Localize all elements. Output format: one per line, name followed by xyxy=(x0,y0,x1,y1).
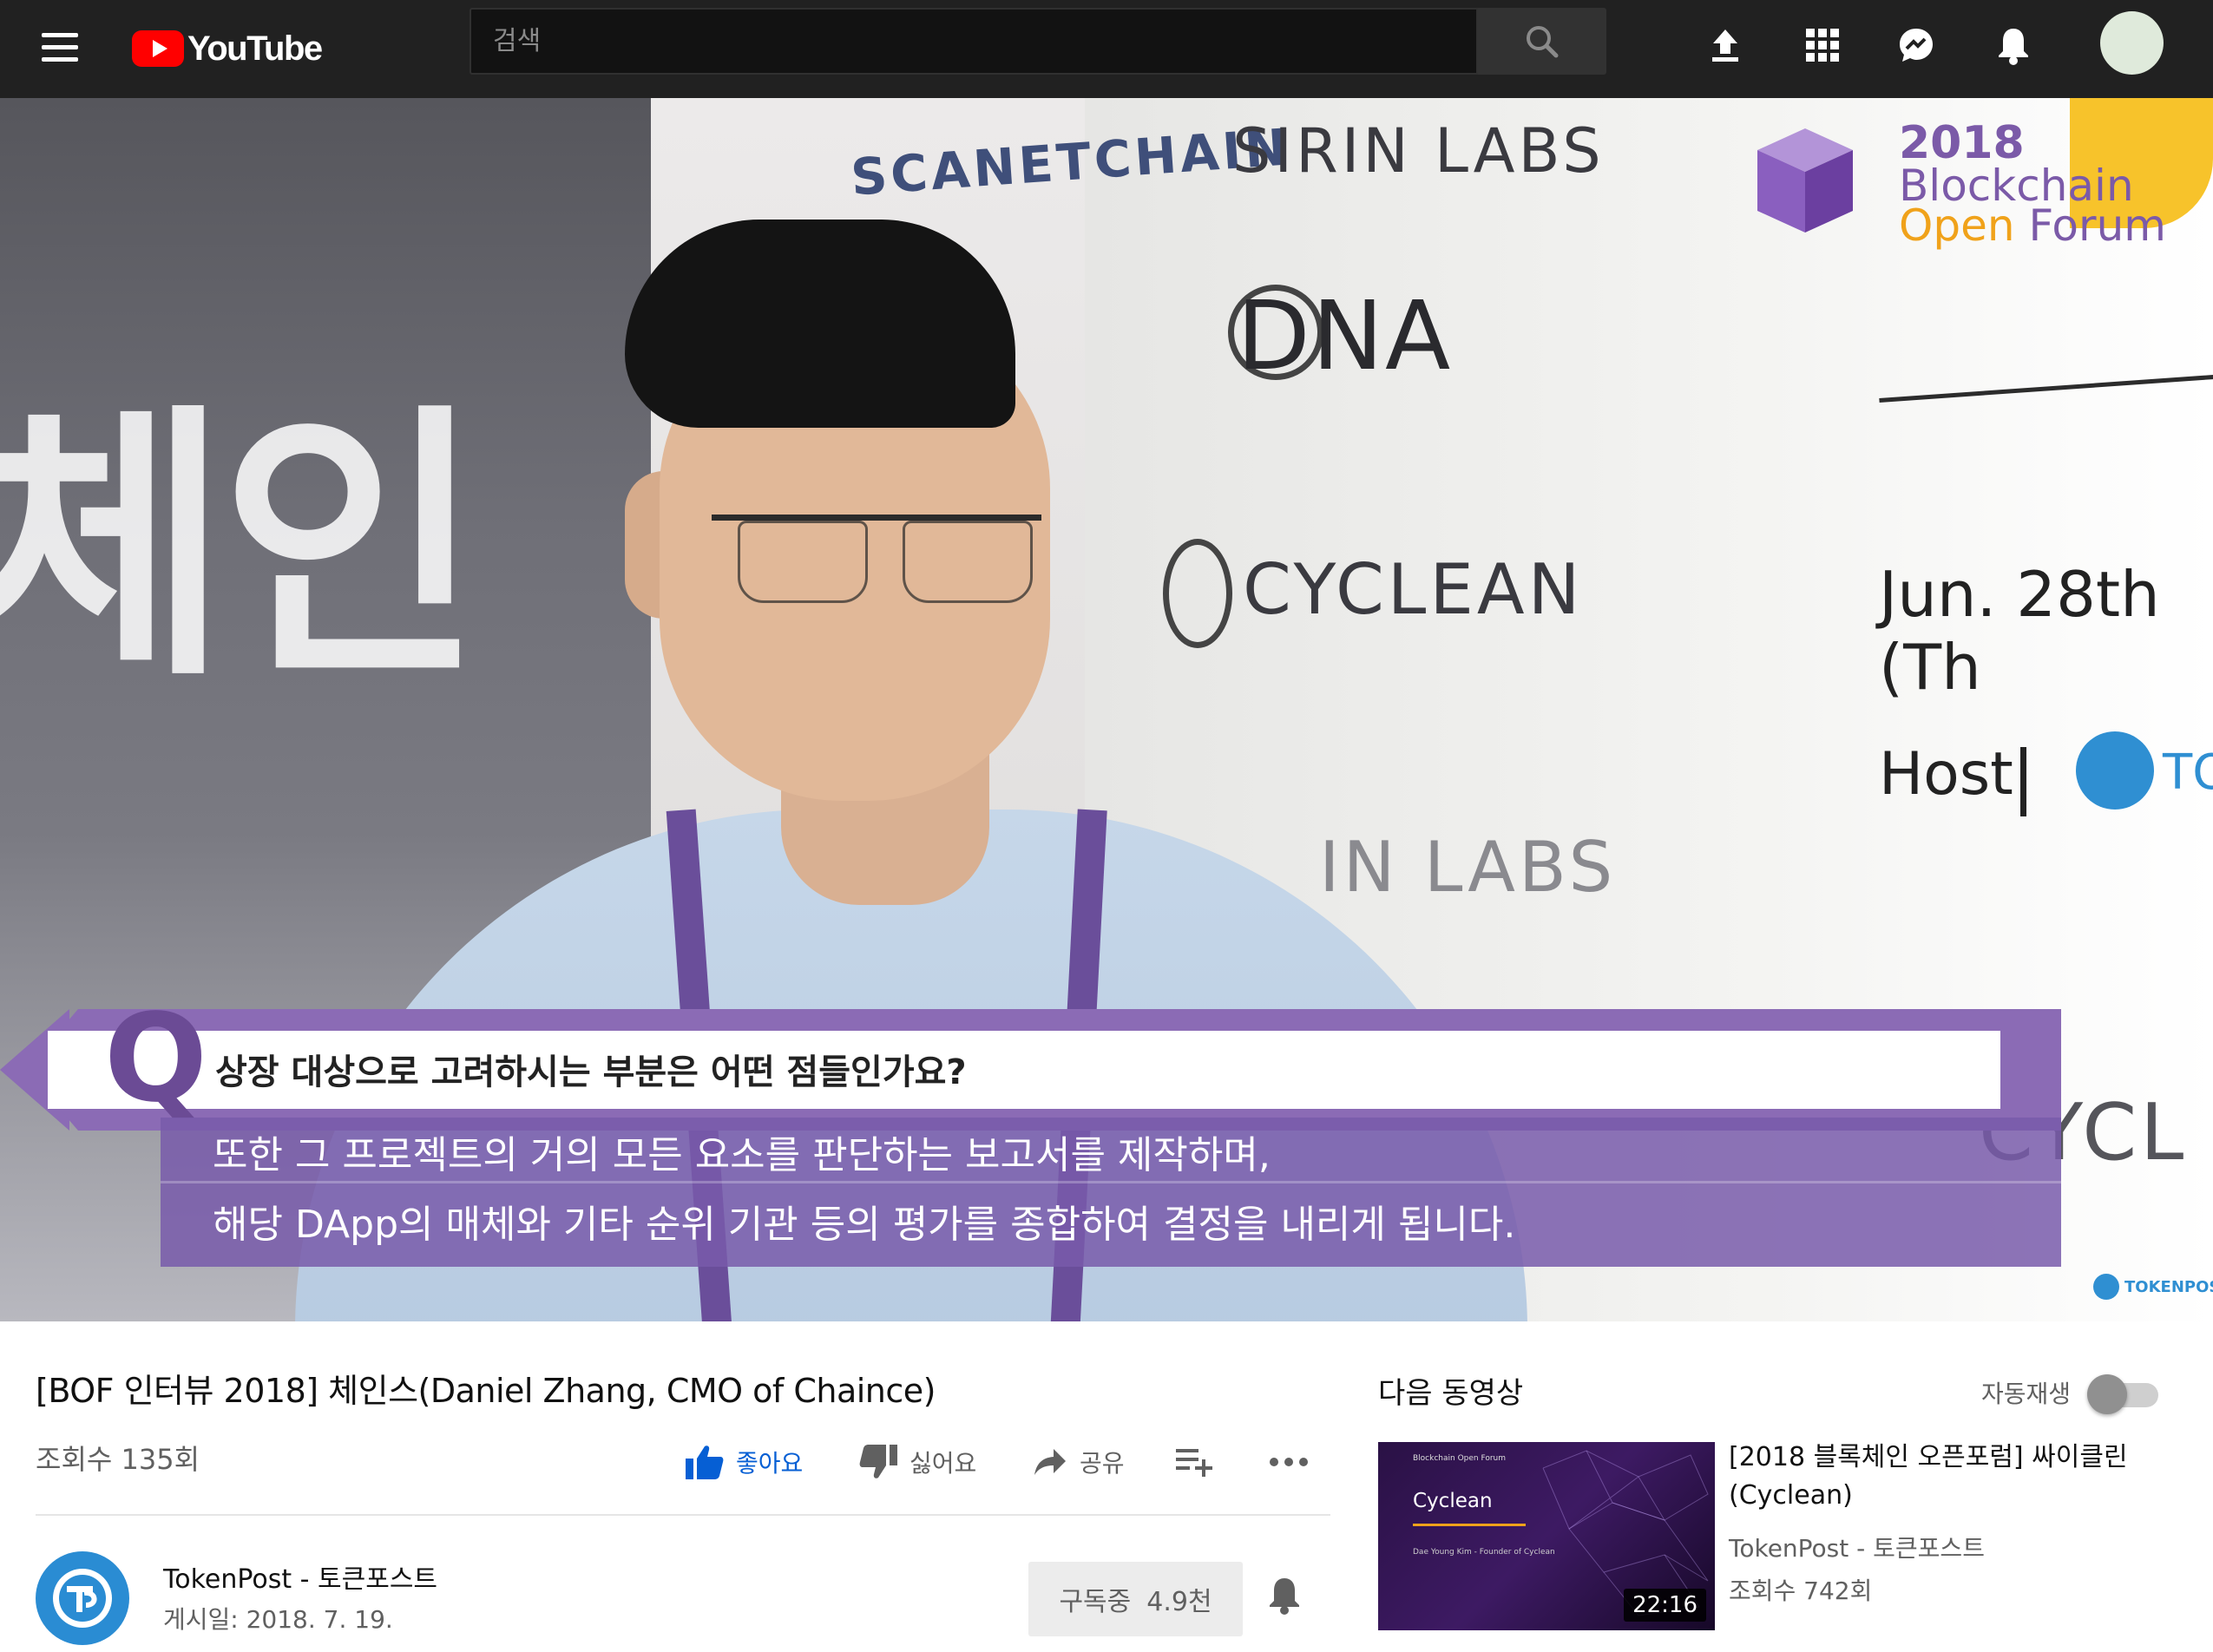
next-video-title[interactable]: [2018 블록체인 오픈포럼] 싸이클린(Cyclean) xyxy=(1729,1439,2180,1515)
video-player[interactable]: 체인 SCANETCHAIN SIRIN LABS DNA CYCLEAN IN… xyxy=(0,98,2213,1321)
notifications-button[interactable] xyxy=(1987,19,2039,71)
channel-name[interactable]: TokenPost - 토큰포스트 xyxy=(163,1557,437,1596)
sponsor-sirin: SIRIN LABS xyxy=(1232,115,1605,187)
upload-icon xyxy=(1712,30,1738,62)
publish-date: 게시일: 2018. 7. 19. xyxy=(163,1605,393,1634)
search-box xyxy=(470,8,1478,75)
sponsor-dna: DNA xyxy=(1237,280,1453,391)
next-video-channel: TokenPost - 토큰포스트 xyxy=(1729,1534,1985,1563)
share-button[interactable]: 공유 xyxy=(1033,1436,1125,1488)
tokenpost-logo-icon xyxy=(2076,731,2154,810)
thumb-subtitle: Dae Young Kim - Founder of Cyclean xyxy=(1413,1548,1555,1557)
save-to-playlist-button[interactable] xyxy=(1176,1436,1225,1488)
bell-icon xyxy=(1270,1578,1299,1615)
thumb-badge: Blockchain Open Forum xyxy=(1413,1454,1507,1463)
logo-text: YouTube xyxy=(187,29,323,68)
like-label: 좋아요 xyxy=(736,1449,804,1478)
backdrop-korean-text: 체인 xyxy=(0,381,483,714)
video-title: [BOF 인터뷰 2018] 체인스(Daniel Zhang, CMO of … xyxy=(36,1372,936,1410)
more-actions-button[interactable] xyxy=(1269,1436,1321,1488)
subscriber-count: 4.9천 xyxy=(1146,1587,1212,1617)
person-glasses xyxy=(712,515,1041,610)
upload-button[interactable] xyxy=(1699,19,1751,71)
like-button[interactable]: 좋아요 xyxy=(686,1436,803,1488)
youtube-play-icon xyxy=(132,30,184,67)
account-avatar[interactable] xyxy=(2100,11,2164,75)
playlist-add-icon xyxy=(1176,1449,1212,1477)
question-mark-letter: Q xyxy=(104,988,208,1130)
more-icon xyxy=(1270,1458,1308,1466)
apps-button[interactable] xyxy=(1796,19,1849,71)
tokenpost-watermark: TOKENPOST xyxy=(2093,1274,2213,1300)
host-logo-text: TO xyxy=(2163,744,2213,801)
divider xyxy=(36,1514,1330,1516)
search-icon xyxy=(1527,26,1559,58)
view-count: 조회수 135회 xyxy=(36,1443,200,1476)
messages-icon xyxy=(1900,29,1933,62)
up-next-label: 다음 동영상 xyxy=(1378,1376,1524,1411)
next-video-views: 조회수 742회 xyxy=(1729,1577,1873,1605)
youtube-logo[interactable]: YouTube xyxy=(132,24,323,73)
bell-icon xyxy=(1999,29,2028,65)
thumbs-down-icon xyxy=(859,1445,897,1478)
channel-avatar[interactable] xyxy=(36,1551,129,1645)
bof-name: Blockchain Open Forum xyxy=(1899,161,2166,251)
tokenpost-mini-icon xyxy=(2093,1274,2119,1300)
share-label: 공유 xyxy=(1080,1449,1125,1478)
autoplay-label: 자동재생 xyxy=(1981,1380,2072,1408)
dislike-label: 싫어요 xyxy=(909,1449,977,1478)
search-input[interactable] xyxy=(471,10,1476,73)
thumbs-up-icon xyxy=(686,1446,724,1479)
cyclean-logo-icon xyxy=(1163,539,1232,648)
tokenpost-logo-icon xyxy=(53,1569,112,1628)
messages-button[interactable] xyxy=(1890,19,1942,71)
notification-bell-button[interactable] xyxy=(1267,1575,1316,1623)
bof-cube-logo xyxy=(1757,128,1853,233)
answer-line-1: 또한 그 프로젝트의 거의 모든 요소를 판단하는 보고서를 제작하며, xyxy=(213,1133,1271,1177)
next-video-thumbnail[interactable]: Blockchain Open Forum Cyclean Dae Young … xyxy=(1378,1442,1715,1630)
search-button[interactable] xyxy=(1478,8,1606,75)
dislike-button[interactable]: 싫어요 xyxy=(859,1436,976,1488)
apps-icon xyxy=(1806,29,1839,62)
question-text: 상장 대상으로 고려하시는 부분은 어떤 점들인가요? xyxy=(215,1052,967,1092)
subscribed-label: 구독중 xyxy=(1059,1587,1132,1617)
share-icon xyxy=(1034,1449,1066,1475)
autoplay-toggle[interactable] xyxy=(2087,1374,2164,1414)
host-label: Host xyxy=(1879,740,2013,809)
video-duration: 22:16 xyxy=(1624,1589,1706,1622)
thumb-title: Cyclean xyxy=(1413,1490,1493,1512)
top-bar: YouTube xyxy=(0,0,2213,98)
subscribe-button[interactable]: 구독중 4.9천 xyxy=(1028,1562,1243,1636)
answer-line-2: 해당 DApp의 매체와 기타 순위 기관 등의 평가를 종합하여 결정을 내리… xyxy=(213,1203,1516,1247)
sponsor-labs: IN LABS xyxy=(1319,827,1617,908)
sponsor-cyclean: CYCLEAN xyxy=(1243,549,1584,630)
event-date: Jun. 28th (Th xyxy=(1879,558,2160,704)
menu-icon[interactable] xyxy=(38,26,82,69)
person-hair xyxy=(625,220,1015,428)
